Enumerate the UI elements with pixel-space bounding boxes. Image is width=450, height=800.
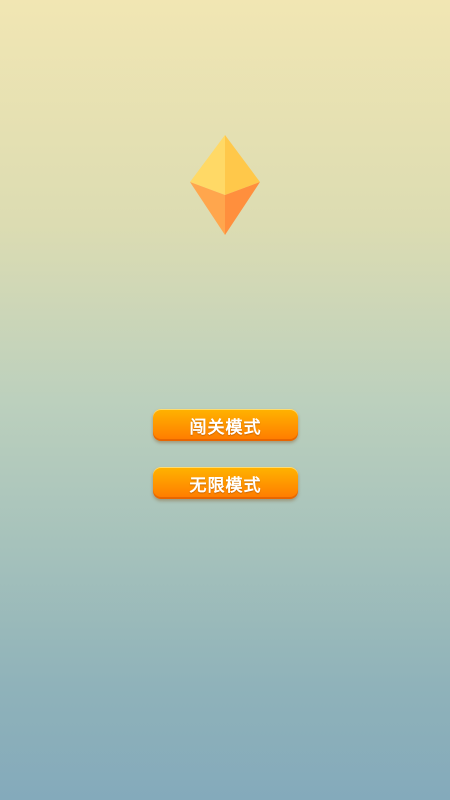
main-menu-screen: 闯关模式 无限模式 — [0, 0, 450, 800]
diamond-gem-icon — [190, 135, 260, 235]
level-mode-button[interactable]: 闯关模式 — [153, 409, 298, 441]
level-mode-label: 闯关模式 — [189, 417, 262, 438]
endless-mode-button[interactable]: 无限模式 — [153, 467, 298, 499]
endless-mode-label: 无限模式 — [189, 475, 262, 496]
